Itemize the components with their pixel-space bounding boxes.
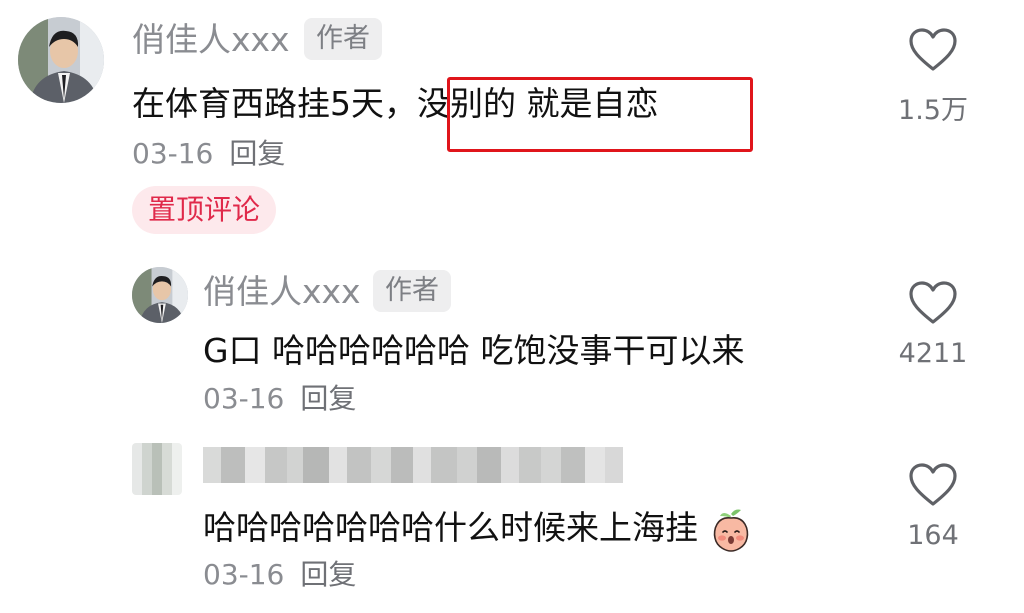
comment-meta: 03-16 回复: [203, 381, 356, 417]
pinned-comment-tag: 置顶评论: [132, 186, 277, 234]
comment-date: 03-16: [203, 382, 285, 415]
highlight-box: [447, 77, 753, 152]
reply-button[interactable]: 回复: [300, 382, 356, 415]
comment-username[interactable]: 俏佳人xxx: [203, 272, 361, 312]
comment-username[interactable]: 俏佳人xxx: [132, 20, 290, 60]
heart-outline-icon[interactable]: [907, 280, 959, 326]
like-count: 1.5万: [898, 95, 968, 126]
avatar[interactable]: [18, 17, 104, 103]
comment-text: 哈哈哈哈哈哈哈什么时候来上海挂: [203, 506, 751, 552]
blurred-avatar[interactable]: [132, 443, 182, 495]
heart-outline-icon[interactable]: [907, 27, 959, 73]
heart-outline-icon[interactable]: [907, 462, 959, 508]
comment-date: 03-16: [203, 558, 285, 591]
peach-face-emoji-icon: [711, 508, 751, 552]
comment-date: 03-16: [132, 137, 214, 170]
reply-button[interactable]: 回复: [300, 558, 356, 591]
author-tag: 作者: [373, 270, 451, 312]
comment-meta: 03-16 回复: [132, 136, 285, 172]
comment-text: G口 哈哈哈哈哈哈 吃饱没事干可以来: [203, 331, 745, 370]
comment-meta: 03-16 回复: [203, 557, 356, 593]
comment-text-prefix: 在体育西路挂5天，: [132, 84, 417, 123]
like-count: 164: [907, 520, 959, 551]
reply-button[interactable]: 回复: [229, 137, 285, 170]
comment-text-body: 哈哈哈哈哈哈哈什么时候来上海挂: [203, 508, 698, 547]
avatar[interactable]: [132, 267, 188, 323]
author-tag: 作者: [304, 18, 382, 60]
like-count: 4211: [898, 338, 968, 369]
blurred-username[interactable]: [203, 447, 623, 483]
